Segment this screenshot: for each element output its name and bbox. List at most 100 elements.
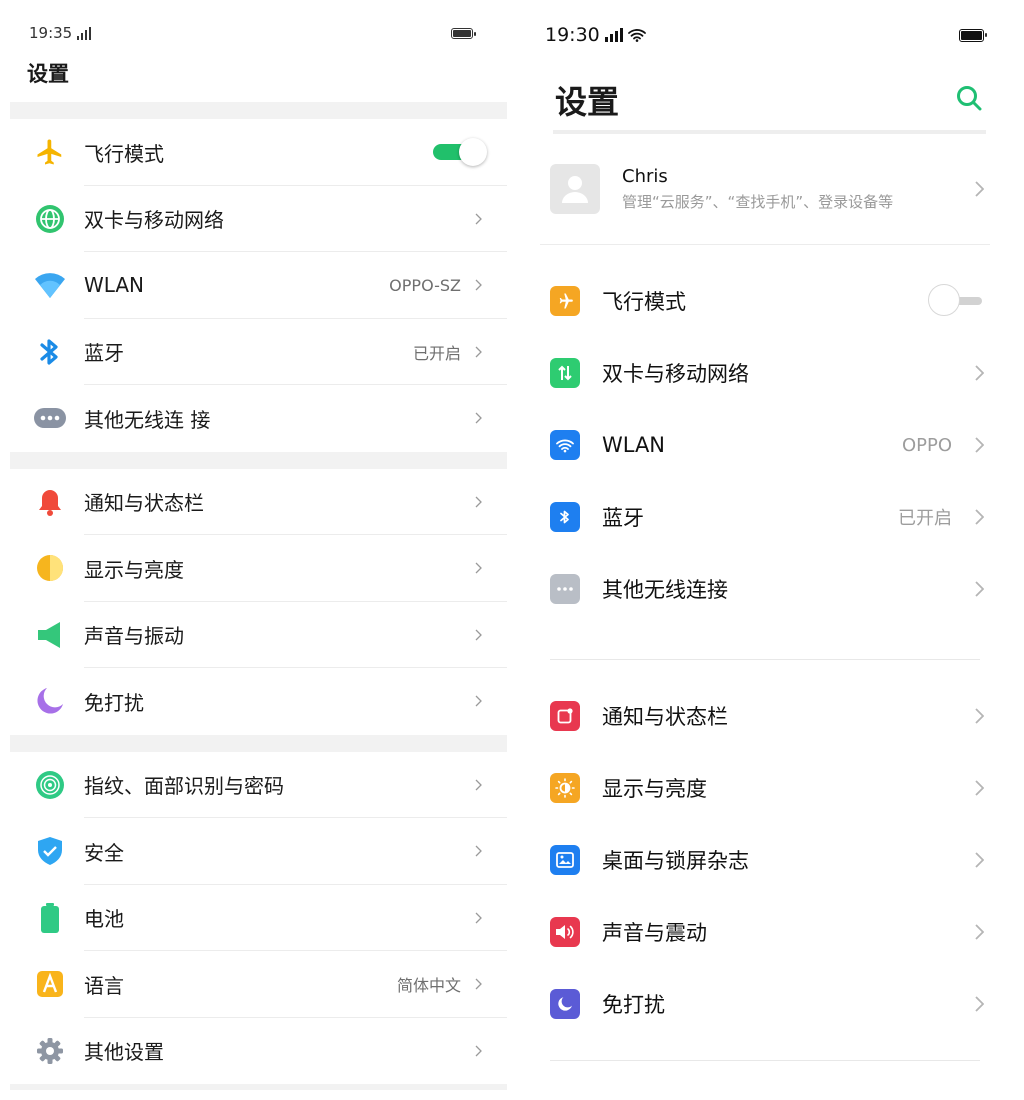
item-label: 飞行模式 xyxy=(84,141,164,166)
settings-item-other-settings[interactable]: 其他设置 xyxy=(10,1018,507,1085)
wlan-value: OPPO-SZ xyxy=(389,275,461,295)
chevron-right-icon xyxy=(972,780,986,796)
item-label: 通知与状态栏 xyxy=(84,491,204,516)
account-name: Chris xyxy=(622,166,668,187)
settings-item-wlan[interactable]: WLAN OPPO xyxy=(540,409,990,481)
status-bar: 19:35 xyxy=(10,0,507,66)
item-label: 双卡与移动网络 xyxy=(602,362,749,386)
chevron-right-icon xyxy=(972,365,986,381)
item-label: 免打扰 xyxy=(602,993,665,1017)
item-label: 飞行模式 xyxy=(602,290,686,314)
settings-item-display[interactable]: 显示与亮度 xyxy=(10,535,507,602)
battery-icon xyxy=(34,902,66,934)
chevron-right-icon xyxy=(469,279,487,291)
settings-item-sound[interactable]: 声音与振动 xyxy=(10,602,507,668)
settings-item-bluetooth[interactable]: 蓝牙 已开启 xyxy=(10,319,507,385)
avatar xyxy=(550,164,600,214)
chevron-right-icon xyxy=(469,695,487,707)
data-transfer-icon xyxy=(550,358,580,388)
chevron-right-icon xyxy=(972,181,986,197)
settings-item-language[interactable]: 语言 简体中文 xyxy=(10,951,507,1018)
chevron-right-icon xyxy=(972,996,986,1012)
item-label: WLAN xyxy=(602,433,666,457)
settings-item-do-not-disturb[interactable]: 免打扰 xyxy=(10,668,507,735)
item-label: 免打扰 xyxy=(84,690,144,715)
section-gap xyxy=(10,451,507,469)
brightness-icon xyxy=(34,552,66,584)
chevron-right-icon xyxy=(469,412,487,424)
settings-item-do-not-disturb[interactable]: 免打扰 xyxy=(540,968,990,1040)
item-label: 桌面与锁屏杂志 xyxy=(602,849,749,873)
settings-item-notifications[interactable]: 通知与状态栏 xyxy=(540,680,990,752)
settings-item-dual-sim[interactable]: 双卡与移动网络 xyxy=(540,337,990,409)
settings-item-airplane-mode[interactable]: 飞行模式 xyxy=(540,265,990,337)
settings-item-other-wireless[interactable]: 其他无线连接 xyxy=(540,553,990,625)
account-subtitle: 管理“云服务”、“查找手机”、登录设备等 xyxy=(622,193,894,211)
settings-item-dual-sim[interactable]: 双卡与移动网络 xyxy=(10,186,507,252)
airplane-icon xyxy=(550,286,580,316)
chevron-right-icon xyxy=(469,912,487,924)
chevron-right-icon xyxy=(469,346,487,358)
page-title: 设置 xyxy=(27,62,69,86)
settings-item-battery[interactable]: 电池 xyxy=(10,885,507,951)
page-title: 设置 xyxy=(555,83,620,121)
section-divider xyxy=(550,1060,980,1061)
item-label: 语言 xyxy=(84,973,124,998)
chevron-right-icon xyxy=(972,708,986,724)
language-value: 简体中文 xyxy=(396,976,461,996)
chevron-right-icon xyxy=(469,562,487,574)
wifi-icon xyxy=(550,430,580,460)
item-label: 声音与震动 xyxy=(602,921,707,945)
item-label: 电池 xyxy=(84,907,124,932)
left-settings-screen: 19:35 设置 飞行模式 双卡与移动网络 WLAN OPPO-SZ 蓝牙 已开… xyxy=(10,0,507,1100)
bluetooth-value: 已开启 xyxy=(412,343,461,363)
chevron-right-icon xyxy=(469,629,487,641)
item-label: 通知与状态栏 xyxy=(602,705,728,729)
settings-item-airplane-mode[interactable]: 飞行模式 xyxy=(10,119,507,186)
item-label: 双卡与移动网络 xyxy=(84,208,224,233)
wlan-value: OPPO xyxy=(901,434,952,456)
search-icon[interactable] xyxy=(956,85,982,115)
chevron-right-icon xyxy=(469,213,487,225)
settings-item-bluetooth[interactable]: 蓝牙 已开启 xyxy=(540,481,990,553)
section-gap xyxy=(10,102,507,119)
volume-icon xyxy=(550,917,580,947)
settings-item-wlan[interactable]: WLAN OPPO-SZ xyxy=(10,252,507,319)
settings-item-fingerprint[interactable]: 指纹、面部识别与密码 xyxy=(10,752,507,818)
settings-item-sound[interactable]: 声音与震动 xyxy=(540,896,990,968)
settings-item-display[interactable]: 显示与亮度 xyxy=(540,752,990,824)
wifi-icon xyxy=(627,29,646,42)
settings-item-wallpaper[interactable]: 桌面与锁屏杂志 xyxy=(540,824,990,896)
chevron-right-icon xyxy=(972,924,986,940)
section-divider xyxy=(550,659,980,660)
airplane-mode-toggle[interactable] xyxy=(928,284,982,318)
notification-icon xyxy=(550,701,580,731)
fingerprint-icon xyxy=(34,769,66,801)
speaker-icon xyxy=(34,619,66,651)
moon-icon xyxy=(34,685,66,717)
right-settings-screen: 19:30 设置 Chris 管理“云服务”、“查找手机”、登录设备等 飞行模式 xyxy=(540,0,990,1100)
chevron-right-icon xyxy=(972,437,986,453)
chevron-right-icon xyxy=(972,852,986,868)
account-card[interactable]: Chris 管理“云服务”、“查找手机”、登录设备等 xyxy=(540,134,990,245)
title-bar: 设置 xyxy=(540,70,990,130)
wifi-icon xyxy=(34,269,66,301)
item-label: 其他设置 xyxy=(84,1040,164,1065)
shield-icon xyxy=(34,835,66,867)
chevron-right-icon xyxy=(469,978,487,990)
chevron-right-icon xyxy=(972,509,986,525)
chevron-right-icon xyxy=(972,581,986,597)
settings-item-notifications[interactable]: 通知与状态栏 xyxy=(10,469,507,535)
language-icon xyxy=(34,968,66,1000)
settings-item-security[interactable]: 安全 xyxy=(10,818,507,885)
sun-icon xyxy=(550,773,580,803)
airplane-mode-toggle[interactable] xyxy=(433,138,487,167)
item-label: WLAN xyxy=(84,273,145,298)
more-icon xyxy=(550,574,580,604)
battery-icon xyxy=(451,27,476,39)
item-label: 蓝牙 xyxy=(84,341,124,366)
settings-item-other-wireless[interactable]: 其他无线连 接 xyxy=(10,385,507,452)
more-icon xyxy=(34,402,66,434)
signal-icon xyxy=(77,26,92,40)
bell-icon xyxy=(34,486,66,518)
